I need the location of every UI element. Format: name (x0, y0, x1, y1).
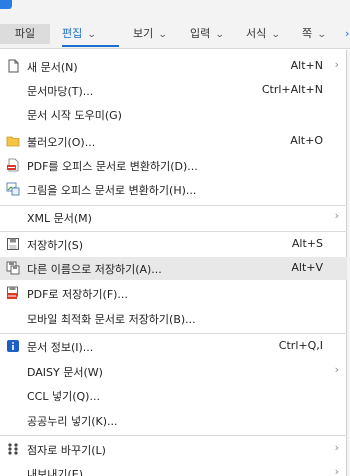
save-icon (7, 238, 19, 250)
menu-item-xml-document[interactable]: XML 문서(M) › (0, 206, 347, 229)
menu-item-daisy-document[interactable]: DAISY 문서(W) › (0, 360, 347, 383)
tab-input-label: 입력 (190, 27, 211, 40)
tab-format[interactable]: 서식 ⌄ (246, 24, 281, 44)
menu-item-label: 문서 정보(I)... (27, 341, 94, 354)
menu-item-start-wizard[interactable]: 문서 시작 도우미(G) (0, 103, 347, 126)
menu-item-label: 새 문서(N) (27, 61, 78, 74)
tab-input[interactable]: 입력 ⌄ (190, 24, 225, 44)
menu-item-export[interactable]: 내보내기(E) › (0, 462, 347, 476)
file-menu-dropdown: 새 문서(N) Alt+N › 문서마당(T)... Ctrl+Alt+N 문서… (0, 50, 347, 476)
menu-item-label: 다른 이름으로 저장하기(A)... (27, 263, 162, 276)
tab-view[interactable]: 보기 ⌄ (133, 24, 168, 44)
pdf-save-icon (7, 286, 18, 299)
tab-page[interactable]: 쪽 ⌄ (302, 24, 327, 44)
image-convert-icon (6, 182, 20, 196)
menu-item-label: 그림을 오피스 문서로 변환하기(H)... (27, 184, 197, 197)
menu-separator (0, 231, 347, 232)
menu-item-label: XML 문서(M) (27, 212, 92, 225)
menu-item-label: 내보내기(E) (27, 468, 84, 476)
tab-more-cutoff[interactable]: › (345, 24, 350, 44)
chevron-down-icon: ⌄ (316, 30, 327, 40)
submenu-arrow-icon: › (334, 209, 339, 222)
submenu-arrow-icon: › (334, 363, 339, 376)
menu-item-shortcut: Ctrl+Alt+N (261, 83, 323, 96)
menu-item-convert-braille[interactable]: 점자로 바꾸기(L) › (0, 438, 347, 461)
menu-item-shortcut: Alt+V (291, 261, 323, 274)
active-tab-indicator (62, 45, 119, 47)
menu-item-label: PDF를 오피스 문서로 변환하기(D)... (27, 160, 198, 173)
menu-item-insert-kogl[interactable]: 공공누리 넣기(K)... (0, 409, 347, 432)
save-as-icon (6, 261, 20, 275)
menu-item-label: DAISY 문서(W) (27, 366, 103, 379)
menu-item-document-info[interactable]: 문서 정보(I)... Ctrl+Q,I (0, 335, 347, 358)
chevron-down-icon: ⌄ (87, 30, 97, 40)
menu-bar: 파일 편집 ⌄ 보기 ⌄ 입력 ⌄ 서식 ⌄ 쪽 ⌄ › (0, 0, 350, 49)
menu-separator (0, 435, 347, 436)
info-icon (7, 340, 19, 352)
tab-edit[interactable]: 편집 ⌄ (62, 24, 97, 44)
submenu-arrow-icon: › (334, 465, 339, 476)
menu-item-shortcut: Ctrl+Q,I (278, 339, 323, 352)
tab-page-label: 쪽 (302, 27, 313, 40)
menu-item-insert-ccl[interactable]: CCL 넣기(Q)... (0, 384, 347, 407)
menu-item-label: 문서마당(T)... (27, 85, 94, 98)
menu-separator (0, 333, 347, 334)
chevron-down-icon: ⌄ (215, 30, 225, 40)
menu-item-label: PDF로 저장하기(F)... (27, 288, 128, 301)
menu-item-label: 문서 시작 도우미(G) (27, 109, 122, 122)
menu-item-label: CCL 넣기(Q)... (27, 390, 100, 403)
menu-item-pdf-to-office[interactable]: PDF를 오피스 문서로 변환하기(D)... (0, 154, 347, 177)
submenu-arrow-icon: › (334, 441, 339, 454)
menu-item-label: 공공누리 넣기(K)... (27, 415, 118, 428)
tab-file[interactable]: 파일 (0, 24, 50, 44)
chevron-down-icon: ⌄ (158, 30, 168, 40)
tab-file-label: 파일 (14, 27, 36, 40)
submenu-arrow-icon: › (334, 58, 339, 71)
menu-item-label: 점자로 바꾸기(L) (27, 444, 106, 457)
pdf-convert-icon (7, 158, 19, 172)
tab-format-label: 서식 (246, 27, 267, 40)
menu-item-save[interactable]: 저장하기(S) Alt+S (0, 233, 347, 256)
menu-item-save-as-pdf[interactable]: PDF로 저장하기(F)... (0, 282, 347, 305)
menu-item-shortcut: Alt+O (290, 134, 323, 147)
menu-item-templates[interactable]: 문서마당(T)... Ctrl+Alt+N (0, 79, 347, 102)
new-document-icon (8, 59, 19, 73)
menu-item-new-document[interactable]: 새 문서(N) Alt+N › (0, 55, 347, 78)
chevron-down-icon: ⌄ (271, 30, 281, 40)
menu-item-save-as[interactable]: 다른 이름으로 저장하기(A)... Alt+V (0, 257, 347, 280)
menu-item-label: 모바일 최적화 문서로 저장하기(B)... (27, 313, 196, 326)
menu-item-image-to-office[interactable]: 그림을 오피스 문서로 변환하기(H)... (0, 178, 347, 201)
braille-icon (8, 443, 18, 455)
tab-edit-label: 편집 (62, 27, 83, 40)
menu-item-save-mobile[interactable]: 모바일 최적화 문서로 저장하기(B)... (0, 307, 347, 330)
menu-item-label: 불러오기(O)... (27, 136, 96, 149)
menu-item-open[interactable]: 불러오기(O)... Alt+O (0, 130, 347, 153)
open-folder-icon (6, 136, 20, 147)
menu-item-label: 저장하기(S) (27, 239, 84, 252)
app-logo-icon (0, 0, 12, 9)
menu-item-shortcut: Alt+S (291, 237, 323, 250)
tab-view-label: 보기 (133, 27, 154, 40)
menu-item-shortcut: Alt+N (290, 59, 323, 72)
